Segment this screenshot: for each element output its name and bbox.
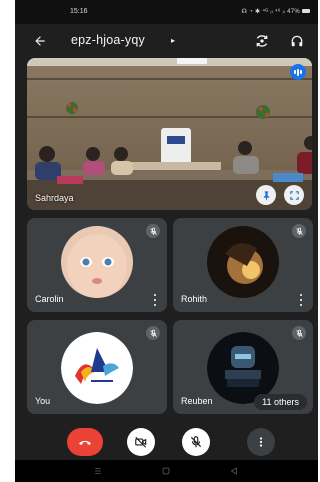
back-nav-icon[interactable] [229,466,239,476]
battery-icon [302,9,310,13]
avatar [61,226,133,298]
pin-icon [263,190,269,200]
participant-name: You [35,396,51,406]
mic-muted-icon [146,326,160,340]
headphones-icon [291,35,303,47]
camera-off-icon [135,436,147,448]
meeting-code[interactable]: epz-hjoa-yqy [71,33,145,47]
fullscreen-button[interactable] [284,185,304,205]
mic-muted-icon [292,224,306,238]
participant-name: Carolin [35,294,64,304]
participant-name: Reuben [181,396,213,406]
end-call-button[interactable] [67,428,103,456]
meeting-details-chevron-icon[interactable]: ▸ [171,36,175,45]
more-vert-icon [259,437,263,447]
home-icon[interactable] [161,466,171,476]
status-bar: 15:16 ☊ ◔ ✱ ⁴ᴳ ᵢₗ ⁴⁶ ᵢₗ 47% [15,0,318,24]
recent-apps-icon[interactable] [93,466,103,476]
switch-camera-button[interactable] [251,30,273,52]
back-button[interactable] [29,30,51,52]
participant-tile-carolin[interactable]: Carolin [27,218,167,312]
participant-tile-rohith[interactable]: Rohith [173,218,313,312]
switch-camera-icon [256,35,268,47]
more-options-icon[interactable] [297,294,305,306]
main-video-feed[interactable]: Sahrdaya [27,58,312,210]
main-participant-name: Sahrdaya [35,193,74,203]
end-call-icon [79,440,91,445]
avatar [207,226,279,298]
system-nav-bar [15,460,318,482]
more-options-icon[interactable] [151,294,159,306]
logo-avatar [61,332,133,404]
speaking-indicator-icon [290,64,306,80]
top-app-bar: epz-hjoa-yqy ▸ [15,24,318,58]
camera-toggle-button[interactable] [127,428,155,456]
other-participants-badge[interactable]: 11 others [254,394,307,410]
audio-output-button[interactable] [286,30,308,52]
meet-screen: 15:16 ☊ ◔ ✱ ⁴ᴳ ᵢₗ ⁴⁶ ᵢₗ 47% epz-hjoa-yqy… [15,0,318,482]
participant-tile-reuben[interactable]: Reuben 11 others [173,320,313,414]
status-icons: ☊ ◔ ✱ ⁴ᴳ ᵢₗ ⁴⁶ ᵢₗ 47% [241,9,300,15]
pin-button[interactable] [256,185,276,205]
mic-toggle-button[interactable] [182,428,210,456]
mic-muted-icon [292,326,306,340]
call-controls [15,420,318,460]
more-options-button[interactable] [247,428,275,456]
fullscreen-icon [289,190,299,200]
participant-name: Rohith [181,294,208,304]
mic-muted-icon [146,224,160,238]
status-time: 15:16 [70,8,88,15]
mic-off-icon [190,436,202,448]
participant-tile-you[interactable]: You [27,320,167,414]
arrow-back-icon [35,36,45,46]
